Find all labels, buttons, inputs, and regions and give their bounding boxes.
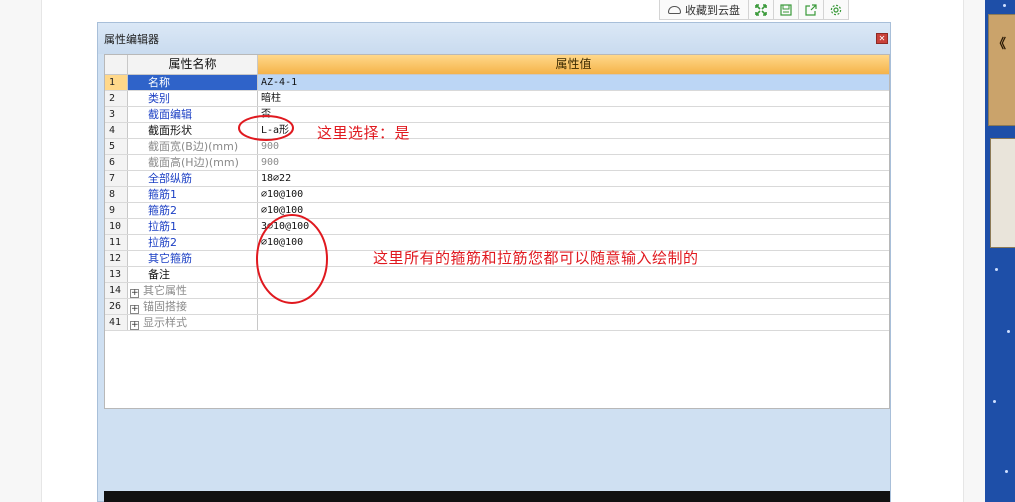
save-to-cloud-label: 收藏到云盘 [685,3,740,17]
property-name: 截面编辑 [128,107,258,122]
property-value-cell[interactable]: 900 [258,155,889,170]
property-group-label: 显示样式 [143,316,187,329]
property-name: + 显示样式 [128,315,258,330]
expand-plus-icon[interactable]: + [130,321,139,330]
property-value-cell[interactable]: ⌀10@100 [258,187,889,202]
property-name: + 锚固搭接 [128,299,258,314]
property-name: 箍筋1 [128,187,258,202]
property-name: 类别 [128,91,258,106]
expand-button[interactable] [748,0,773,19]
property-editor-title: 属性编辑器 [104,33,159,46]
property-name: + 其它属性 [128,283,258,298]
property-row[interactable]: 10 拉筋1 3⌀10@100 [105,219,889,235]
row-number: 8 [105,187,128,202]
property-name: 其它箍筋 [128,251,258,266]
property-value-cell[interactable] [258,299,889,314]
page: 《 收藏到云盘 属性编辑器 ✕ 属性名称 属性值 1 名称 AZ-4-1 2 类… [0,0,1015,502]
row-number: 26 [105,299,128,314]
row-number: 12 [105,251,128,266]
ad-book-title: 《 [993,37,1007,52]
row-number: 7 [105,171,128,186]
settings-icon [830,4,842,15]
left-page-margin [0,0,42,502]
property-name: 备注 [128,267,258,282]
property-name: 全部纵筋 [128,171,258,186]
row-number: 10 [105,219,128,234]
property-value-cell[interactable]: 否 [258,107,889,122]
property-row[interactable]: 2 类别 暗柱 [105,91,889,107]
property-name: 截面高(H边)(mm) [128,155,258,170]
property-value-cell[interactable] [258,283,889,298]
property-value-cell[interactable] [258,315,889,330]
property-value-cell[interactable]: 暗柱 [258,91,889,106]
property-row[interactable]: 26 + 锚固搭接 [105,299,889,315]
expand-icon [755,3,767,16]
bottom-status-bar [104,491,890,502]
row-number: 3 [105,107,128,122]
annotation-note-stirrups: 这里所有的箍筋和拉筋您都可以随意输入绘制的 [373,249,699,267]
property-name: 拉筋1 [128,219,258,234]
property-row[interactable]: 8 箍筋1 ⌀10@100 [105,187,889,203]
property-value-cell[interactable]: 18⌀22 [258,171,889,186]
annotation-note-choose-yes: 这里选择：是 [317,124,411,142]
row-number: 2 [105,91,128,106]
property-name: 截面形状 [128,123,258,138]
property-row[interactable]: 13 备注 [105,267,889,283]
close-icon: ✕ [878,34,886,43]
property-value-cell[interactable]: AZ-4-1 [258,75,889,90]
close-button[interactable]: ✕ [876,33,888,44]
ad-book-cover-2[interactable] [990,138,1015,248]
column-header-value: 属性值 [258,55,889,74]
row-number: 11 [105,235,128,250]
expand-plus-icon[interactable]: + [130,305,139,314]
property-name: 箍筋2 [128,203,258,218]
right-page-margin [963,0,985,502]
property-grid: 属性名称 属性值 1 名称 AZ-4-1 2 类别 暗柱 3 截面编辑否 4 截面形状 L-a形 5 截… [104,54,890,409]
property-row[interactable]: 4 截面形状 L-a形 [105,123,889,139]
row-number: 4 [105,123,128,138]
property-row[interactable]: 9 箍筋2 ⌀10@100 [105,203,889,219]
property-group-label: 锚固搭接 [143,300,187,313]
property-row[interactable]: 1 名称 AZ-4-1 [105,75,889,91]
property-name: 截面宽(B边)(mm) [128,139,258,154]
property-value-cell[interactable]: ⌀10@100 [258,203,889,218]
property-name: 拉筋2 [128,235,258,250]
property-row[interactable]: 14 + 其它属性 [105,283,889,299]
save-button[interactable] [773,0,798,19]
share-button[interactable] [798,0,823,19]
property-group-label: 其它属性 [143,284,187,297]
property-row[interactable]: 5 截面宽(B边)(mm) 900 [105,139,889,155]
property-row[interactable]: 3 截面编辑否 [105,107,889,123]
expand-plus-icon[interactable]: + [130,289,139,298]
row-number: 9 [105,203,128,218]
property-editor-titlebar[interactable]: 属性编辑器 ✕ [98,23,890,54]
row-number: 13 [105,267,128,282]
row-number-header [105,55,128,74]
property-grid-header: 属性名称 属性值 [105,55,889,75]
ad-book-cover[interactable]: 《 [988,14,1015,126]
property-name: 名称 [128,75,258,90]
row-number: 1 [105,75,128,90]
share-icon [805,3,817,16]
row-number: 14 [105,283,128,298]
save-icon [780,3,792,16]
property-row[interactable]: 6 截面高(H边)(mm) 900 [105,155,889,171]
property-value-cell[interactable] [258,267,889,282]
column-header-name: 属性名称 [128,55,258,74]
property-row[interactable]: 41 + 显示样式 [105,315,889,331]
sidebar-advertisement[interactable]: 《 [985,0,1015,502]
row-number: 5 [105,139,128,154]
row-number: 41 [105,315,128,330]
cloud-icon [668,5,681,14]
save-to-cloud-button[interactable]: 收藏到云盘 [660,0,748,19]
property-row[interactable]: 7 全部纵筋 18⌀22 [105,171,889,187]
property-value-cell[interactable]: 3⌀10@100 [258,219,889,234]
page-toolbar: 收藏到云盘 [659,0,849,20]
settings-button[interactable] [823,0,848,19]
row-number: 6 [105,155,128,170]
